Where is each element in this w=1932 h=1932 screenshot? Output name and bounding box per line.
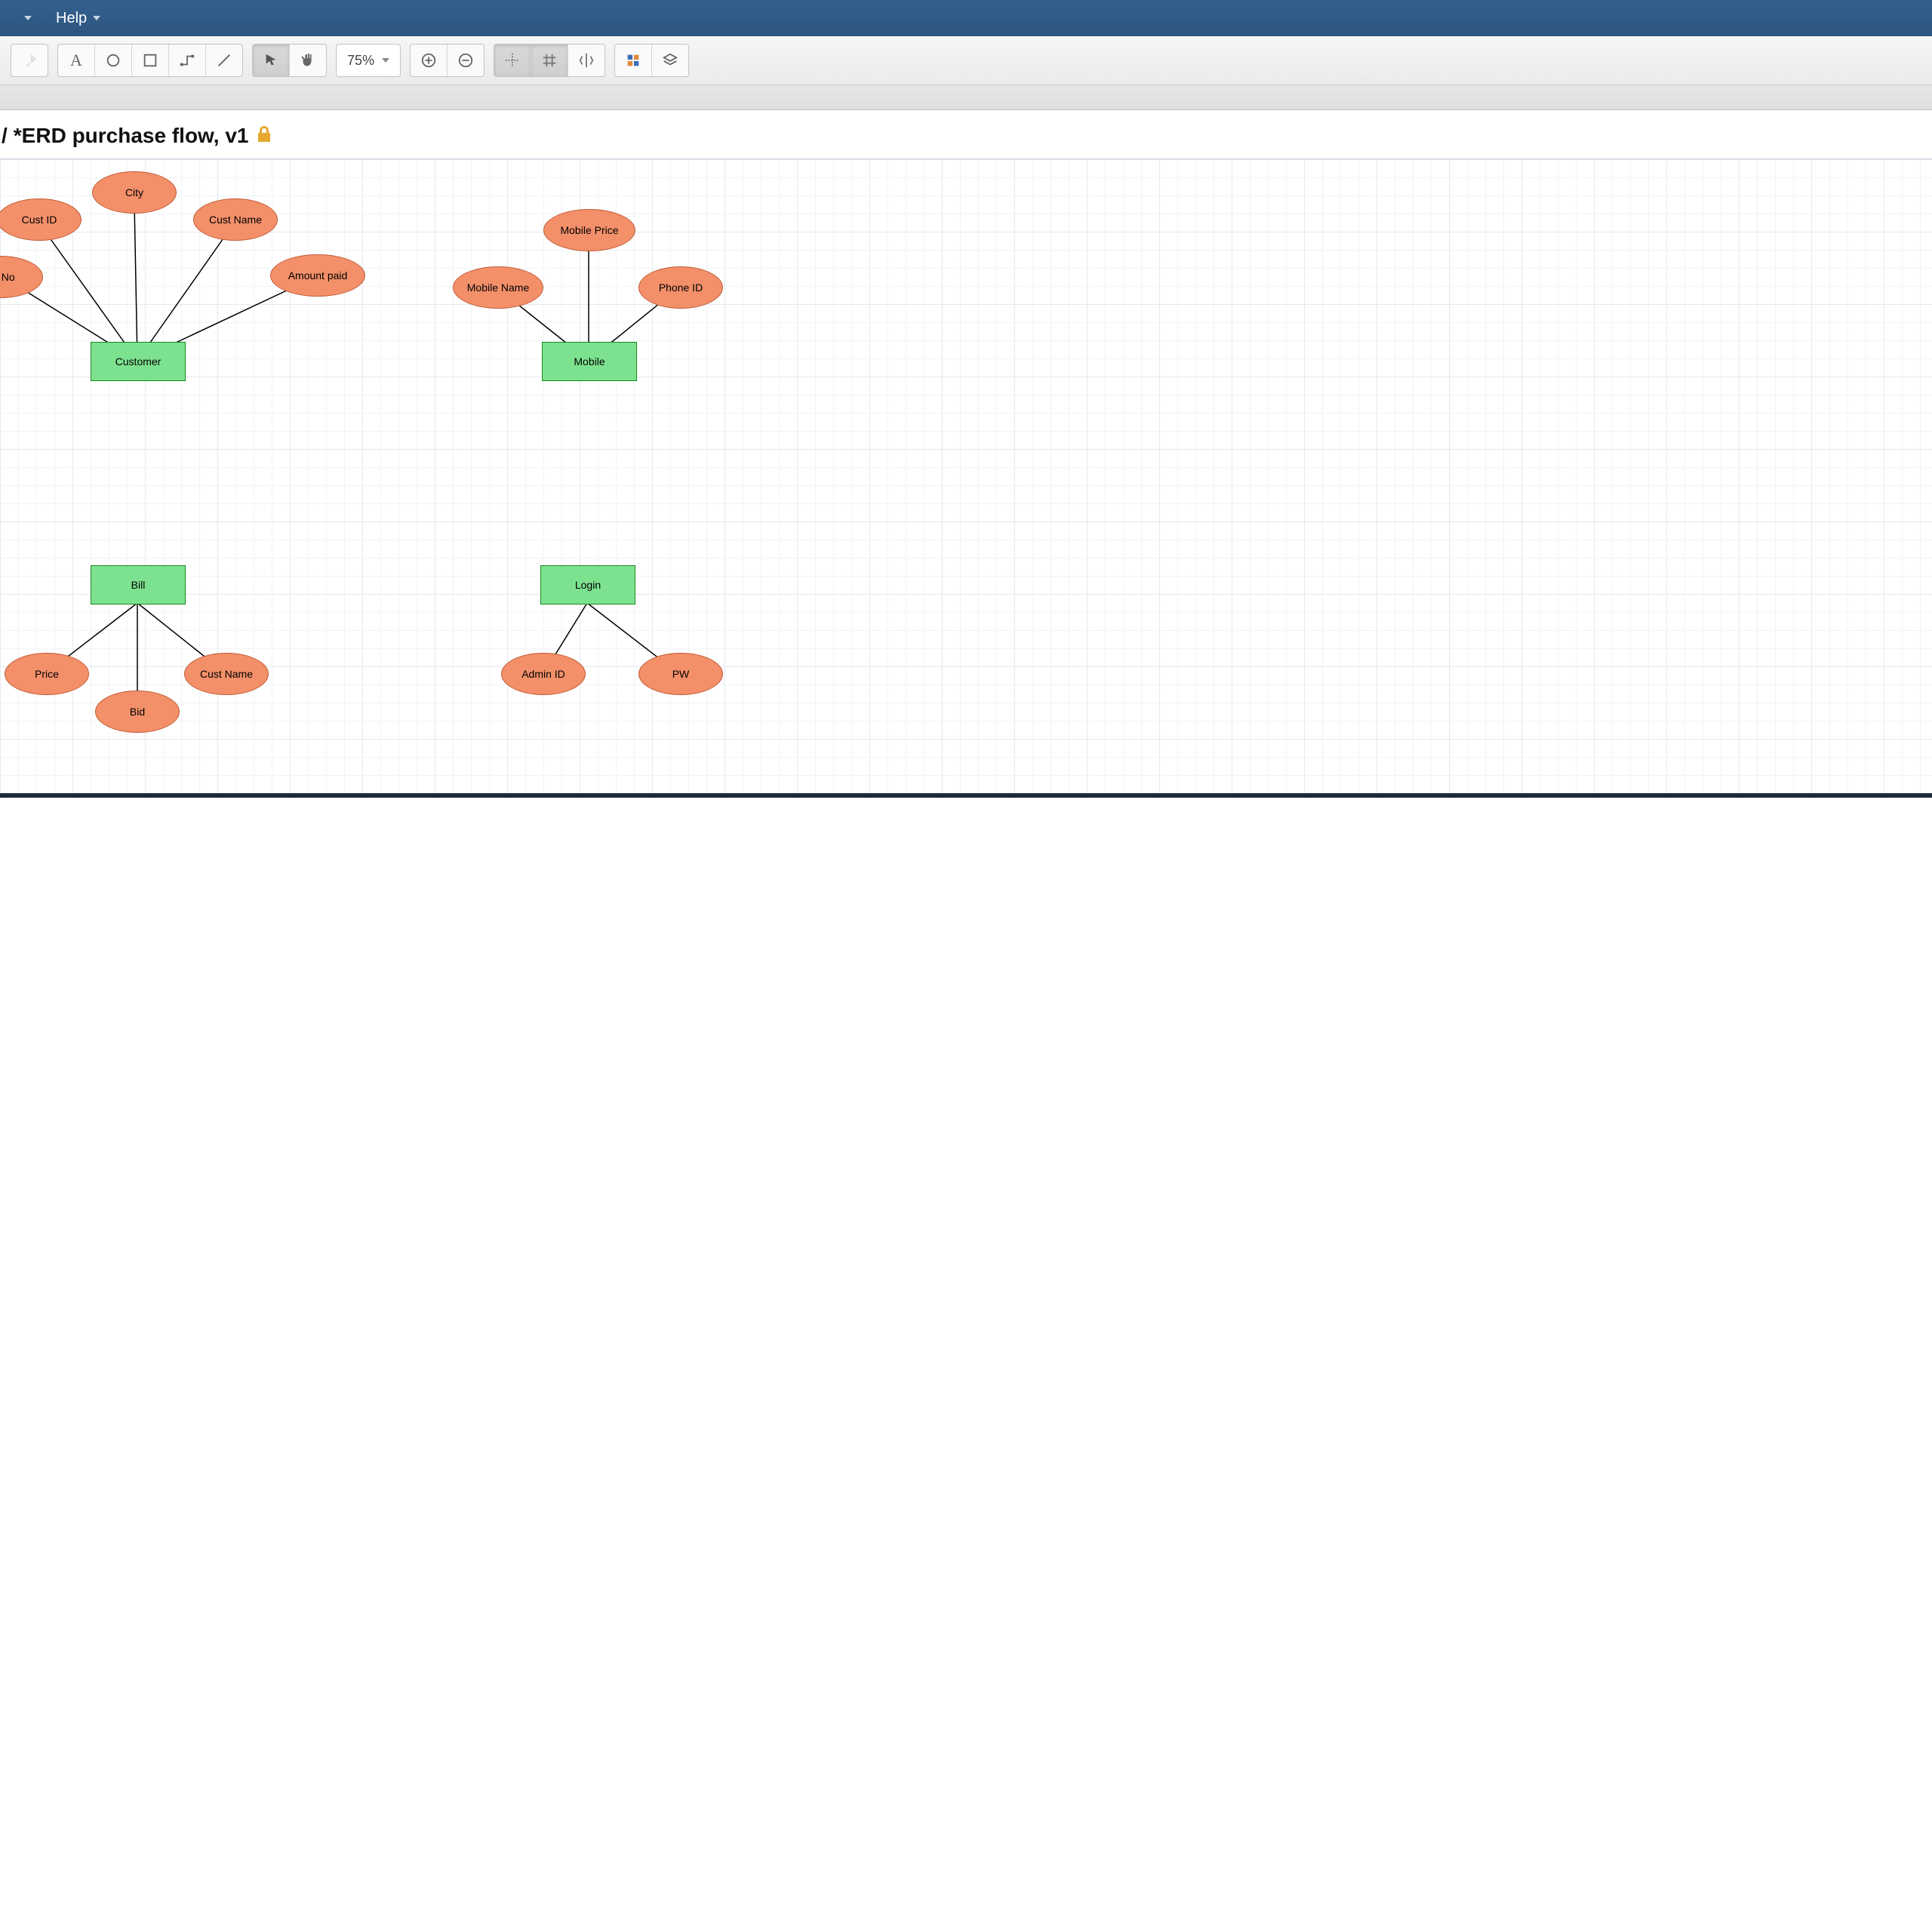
attr-pw[interactable]: PW	[638, 653, 723, 695]
attr-price[interactable]: Price	[5, 653, 89, 695]
diagram-canvas[interactable]: Customer ne No Cust ID City Cust Name Am…	[0, 158, 1932, 793]
tool-group-paint	[11, 44, 48, 77]
plus-circle-icon	[420, 52, 437, 69]
diagram-edges	[0, 159, 1932, 793]
text-tool-button[interactable]: A	[58, 45, 95, 76]
zoom-value: 75%	[347, 53, 374, 69]
tool-group-view	[614, 44, 689, 77]
breadcrumb: / *ERD purchase flow, v1	[0, 110, 1932, 158]
circle-icon	[105, 52, 122, 69]
snap-guides-button[interactable]	[568, 45, 605, 76]
entity-mobile[interactable]: Mobile	[542, 342, 637, 381]
menu-help[interactable]: Help	[44, 0, 112, 36]
zoom-select[interactable]: 75%	[336, 44, 401, 77]
layers-button[interactable]	[652, 45, 688, 76]
snap-icon	[504, 52, 521, 69]
layers-icon	[662, 52, 678, 69]
attr-mobile-name[interactable]: Mobile Name	[453, 266, 543, 309]
select-tool-button[interactable]	[253, 45, 290, 76]
attr-bill-cust-name[interactable]: Cust Name	[184, 653, 269, 695]
zoom-in-button[interactable]	[411, 45, 448, 76]
breadcrumb-separator: /	[2, 124, 8, 148]
chevron-down-icon	[93, 16, 100, 20]
attr-mobile-price[interactable]: Mobile Price	[543, 209, 635, 251]
toolbar: A 75%	[0, 36, 1932, 85]
ellipse-tool-button[interactable]	[95, 45, 132, 76]
show-grid-button[interactable]	[531, 45, 568, 76]
attr-cust-id[interactable]: Cust ID	[0, 198, 82, 241]
attr-amount-paid[interactable]: Amount paid	[270, 254, 365, 297]
pointer-icon	[263, 52, 279, 69]
attr-city[interactable]: City	[92, 171, 177, 214]
connector-tool-button[interactable]	[169, 45, 206, 76]
theme-button[interactable]	[615, 45, 652, 76]
attr-cust-name[interactable]: Cust Name	[193, 198, 278, 241]
line-tool-button[interactable]	[206, 45, 242, 76]
format-painter-button[interactable]	[11, 45, 48, 76]
entity-bill[interactable]: Bill	[91, 565, 186, 605]
paintbrush-icon	[21, 52, 38, 69]
text-icon: A	[70, 51, 82, 70]
tool-group-grid	[494, 44, 605, 77]
line-icon	[216, 52, 232, 69]
guides-icon	[578, 52, 595, 69]
grid-icon	[541, 52, 558, 69]
rectangle-tool-button[interactable]	[132, 45, 169, 76]
chevron-down-icon	[382, 58, 389, 63]
secondary-toolbar-strip	[0, 85, 1932, 110]
tool-group-pointer	[252, 44, 327, 77]
status-bar	[0, 793, 1932, 798]
entity-login[interactable]: Login	[540, 565, 635, 605]
tool-group-zoom	[410, 44, 485, 77]
menubar: Help	[0, 0, 1932, 36]
entity-customer[interactable]: Customer	[91, 342, 186, 381]
hand-icon	[300, 52, 316, 69]
elbow-connector-icon	[179, 52, 195, 69]
attr-bid[interactable]: Bid	[95, 691, 180, 733]
lock-icon	[257, 124, 272, 148]
minus-circle-icon	[457, 52, 474, 69]
attr-admin-id[interactable]: Admin ID	[501, 653, 586, 695]
palette-icon	[625, 52, 641, 69]
pan-tool-button[interactable]	[290, 45, 326, 76]
tool-group-shapes: A	[57, 44, 243, 77]
attr-phone-id[interactable]: Phone ID	[638, 266, 723, 309]
square-icon	[142, 52, 158, 69]
zoom-out-button[interactable]	[448, 45, 484, 76]
menu-help-label: Help	[56, 10, 87, 27]
menu-prev-hidden[interactable]	[6, 0, 44, 36]
snap-grid-button[interactable]	[494, 45, 531, 76]
page-title[interactable]: *ERD purchase flow, v1	[14, 124, 249, 148]
